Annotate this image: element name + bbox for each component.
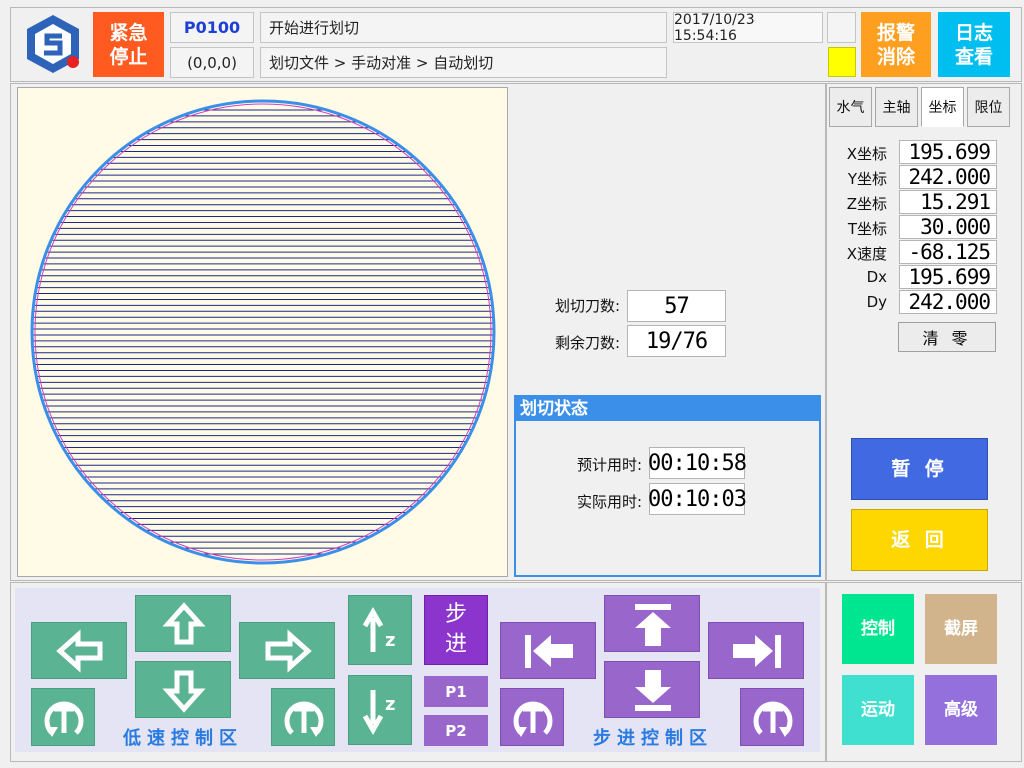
- rotate-cw-button[interactable]: [271, 688, 335, 746]
- rotate-ccw-icon: [513, 701, 553, 737]
- rotate-cw-icon: [284, 701, 324, 737]
- p1-button[interactable]: P1: [424, 676, 488, 707]
- program-code-text: P0100: [183, 18, 241, 37]
- arrow-right-icon: [265, 629, 312, 673]
- pause-button[interactable]: 暂 停: [851, 438, 988, 500]
- company-logo: [22, 12, 84, 76]
- coord-label: T坐标: [847, 220, 887, 238]
- step-zone-label: 步进控制区: [593, 728, 713, 749]
- tab-spindle[interactable]: 主轴: [875, 87, 918, 127]
- cut-count-value: 57: [627, 290, 726, 322]
- step-rotate-cw-button[interactable]: [740, 688, 804, 746]
- remaining-count-value: 19/76: [627, 325, 726, 357]
- rotate-ccw-icon: [44, 701, 84, 737]
- coord-label: Dx: [866, 268, 887, 286]
- screenshot-button[interactable]: 截屏: [925, 594, 997, 664]
- coord-value: 15.291: [899, 190, 997, 214]
- step-rotate-ccw-button[interactable]: [500, 688, 564, 746]
- step-mode-button[interactable]: 步 进: [424, 595, 488, 665]
- tab-limit[interactable]: 限位: [967, 87, 1010, 127]
- coord-value: 30.000: [899, 215, 997, 239]
- status-blank: [827, 12, 856, 43]
- estimated-time-label: 预计用时:: [576, 456, 642, 474]
- p2-button[interactable]: P2: [424, 715, 488, 746]
- jog-up-button[interactable]: [135, 595, 231, 652]
- jog-left-button[interactable]: [31, 622, 127, 679]
- arrow-left-icon: [56, 629, 103, 673]
- breadcrumb: 划切文件 > 手动对准 > 自动划切: [260, 47, 667, 78]
- actual-time-label: 实际用时:: [576, 493, 642, 511]
- advanced-button[interactable]: 高级: [925, 675, 997, 745]
- estimated-time-value: 00:10:58: [648, 447, 747, 479]
- arrow-down-icon: [162, 670, 206, 713]
- svg-text:z: z: [385, 630, 395, 651]
- control-button[interactable]: 控制: [842, 594, 914, 664]
- coord-value: -68.125: [899, 240, 997, 264]
- datetime-display: 2017/10/23 15:54:16: [673, 11, 823, 44]
- actual-time-value: 00:10:03: [648, 483, 747, 515]
- coord-label: Y坐标: [847, 170, 887, 188]
- svg-text:z: z: [385, 694, 395, 715]
- skip-up-icon: [635, 604, 671, 646]
- coord-label: X坐标: [846, 145, 887, 163]
- jog-down-button[interactable]: [135, 661, 231, 718]
- cut-status-title: 划切状态: [516, 397, 819, 421]
- back-button[interactable]: 返 回: [851, 509, 988, 571]
- alarm-clear-button[interactable]: 报警 消除: [861, 12, 931, 77]
- coord-label: Dy: [866, 293, 887, 311]
- program-code: P0100: [170, 12, 254, 43]
- skip-right-icon: [733, 635, 781, 668]
- coord-value: 195.699: [899, 140, 997, 164]
- step-up-button[interactable]: [604, 595, 700, 652]
- wafer-outline: [30, 99, 496, 565]
- breadcrumb-text: 划切文件 > 手动对准 > 自动划切: [269, 54, 494, 72]
- wafer-view: [17, 87, 508, 577]
- skip-down-icon: [635, 670, 671, 711]
- z-down-button[interactable]: z: [348, 675, 412, 745]
- skip-left-icon: [525, 635, 573, 668]
- status-message-text: 开始进行划切: [269, 19, 360, 37]
- coord-value: 195.699: [899, 265, 997, 289]
- step-down-button[interactable]: [604, 661, 700, 718]
- coords-text: (0,0,0): [187, 53, 237, 72]
- datetime-text: 2017/10/23 15:54:16: [674, 11, 755, 44]
- wafer-map: [30, 99, 496, 565]
- z-down-icon: z: [362, 690, 395, 736]
- wafer-inner-edge: [34, 103, 492, 561]
- motion-button[interactable]: 运动: [842, 675, 914, 745]
- status-message: 开始进行划切: [260, 12, 667, 43]
- coord-value: 242.000: [899, 165, 997, 189]
- log-view-button[interactable]: 日志 查看: [938, 12, 1010, 77]
- remaining-count-label: 剩余刀数:: [554, 334, 620, 352]
- low-speed-zone-label: 低速控制区: [123, 728, 243, 749]
- arrow-up-icon: [162, 602, 206, 645]
- step-right-button[interactable]: [708, 622, 804, 679]
- tab-water-air[interactable]: 水气: [829, 87, 872, 127]
- step-left-button[interactable]: [500, 622, 596, 679]
- clear-zero-button[interactable]: 清 零: [898, 322, 996, 352]
- coord-value: 242.000: [899, 290, 997, 314]
- alarm-indicator: [828, 47, 856, 77]
- cut-count-label: 划切刀数:: [554, 297, 620, 315]
- tab-coordinates[interactable]: 坐标: [921, 87, 964, 127]
- rotate-ccw-button[interactable]: [31, 688, 95, 746]
- coord-label: X速度: [846, 245, 887, 263]
- z-up-button[interactable]: z: [348, 595, 412, 665]
- jog-right-button[interactable]: [239, 622, 335, 679]
- z-up-icon: z: [362, 606, 395, 652]
- emergency-stop-button[interactable]: 紧急 停止: [93, 12, 164, 77]
- coord-label: Z坐标: [846, 195, 887, 213]
- coords-display: (0,0,0): [170, 47, 254, 78]
- rotate-cw-icon: [753, 701, 793, 737]
